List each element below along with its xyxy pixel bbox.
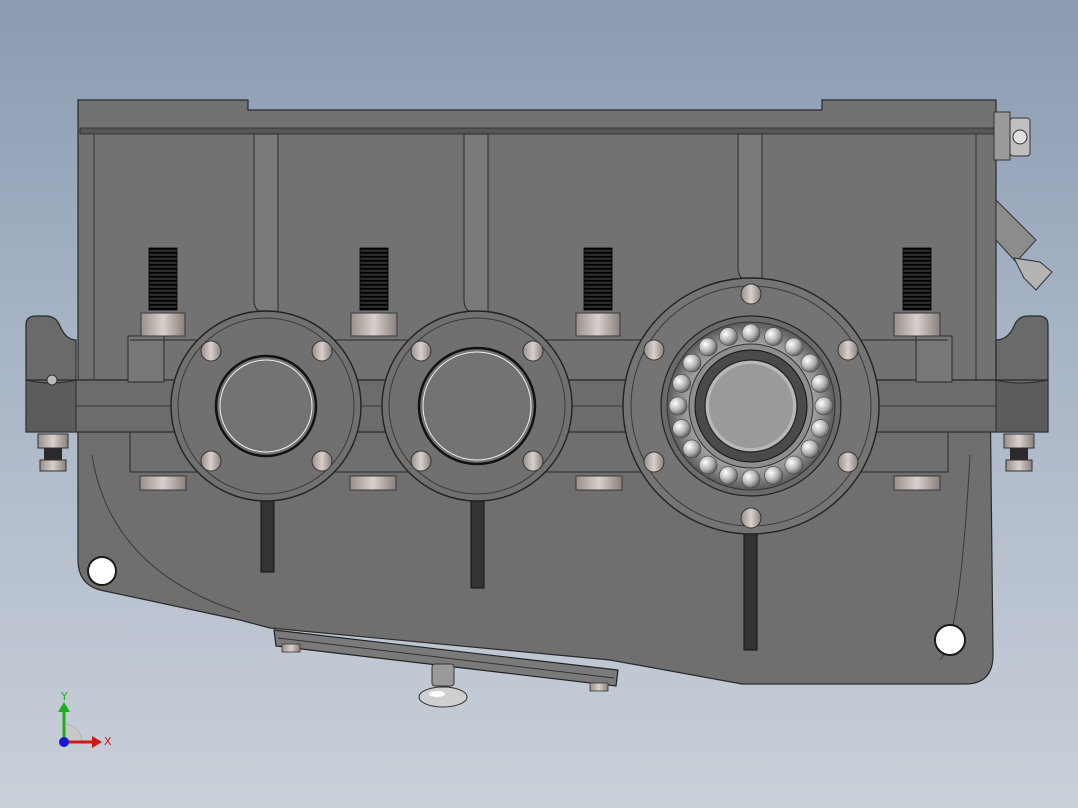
bearing-cover-2[interactable]	[381, 310, 573, 502]
bearing-ball	[800, 439, 820, 459]
bearing-ball	[814, 396, 834, 416]
gearbox-model[interactable]: Y X	[0, 0, 1078, 808]
cad-viewport[interactable]: Y X	[0, 0, 1078, 808]
bearing-ball	[719, 466, 738, 485]
bearing-ball	[741, 323, 761, 343]
bearing-cover-3[interactable]	[622, 277, 880, 535]
bearing-ball	[784, 337, 804, 357]
bearing-ball	[764, 466, 783, 485]
drain-plug[interactable]	[418, 663, 468, 708]
bearing-ball	[672, 419, 691, 438]
bearing-ball	[811, 419, 830, 438]
bearing-cover-1[interactable]	[170, 310, 362, 502]
mount-hole-right	[934, 624, 966, 656]
bearing-ball	[764, 327, 783, 346]
mount-hole-left	[87, 556, 117, 586]
breather-plug[interactable]	[993, 111, 1031, 161]
bearing-ball	[811, 374, 830, 393]
bearing-ball	[698, 337, 718, 357]
bearing-ball	[682, 353, 702, 373]
z-axis-dot	[59, 737, 69, 747]
bearing-ball	[784, 455, 804, 475]
y-axis-label: Y	[60, 690, 68, 703]
coordinate-triad: Y X	[58, 690, 112, 748]
bearing-ball	[741, 469, 761, 489]
bearing-ball	[800, 353, 820, 373]
side-bolt-left	[37, 433, 69, 472]
oil-dipstick-fitting[interactable]	[995, 198, 1053, 291]
bearing-ball	[682, 439, 702, 459]
bearing-ball	[672, 374, 691, 393]
side-bolt-right	[1003, 433, 1035, 472]
bearing-ball	[719, 327, 738, 346]
x-axis-label: X	[104, 735, 112, 748]
bearing-ball	[668, 396, 688, 416]
bearing-ball	[698, 455, 718, 475]
